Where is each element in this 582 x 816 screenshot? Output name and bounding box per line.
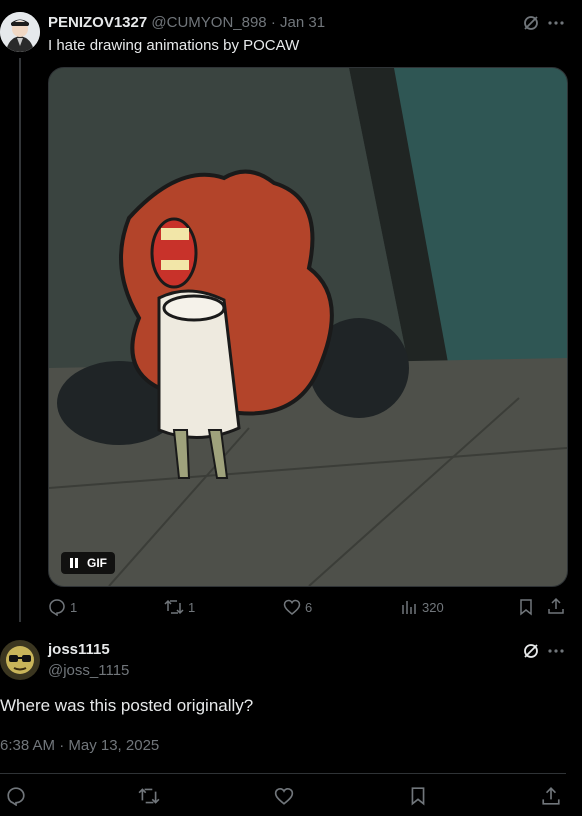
header-separator: · <box>270 14 276 31</box>
reply-button[interactable]: 1 <box>48 598 77 616</box>
reply-text: Where was this posted originally? <box>0 696 254 715</box>
author-name[interactable]: PENIZOV1327 <box>48 14 147 31</box>
post-header: PENIZOV1327 @CUMYON_898 · Jan 31 <box>48 14 325 31</box>
repost-button[interactable]: 1 <box>164 598 195 616</box>
reply-bookmark-icon[interactable] <box>409 786 427 806</box>
gif-label: GIF <box>87 556 107 570</box>
reply-timestamp[interactable]: 6:38 AM · May 13, 2025 <box>0 737 159 754</box>
post-media-gif[interactable]: GIF <box>48 67 568 587</box>
reply-heart-icon[interactable] <box>274 786 294 806</box>
divider <box>0 773 566 774</box>
more-icon[interactable] <box>547 14 565 32</box>
gif-badge[interactable]: GIF <box>61 552 115 574</box>
reply-repost-icon[interactable] <box>138 786 160 806</box>
like-button[interactable]: 6 <box>283 598 312 616</box>
view-count: 320 <box>422 599 444 615</box>
share-icon[interactable] <box>547 597 565 615</box>
reply-author-name[interactable]: joss1115 <box>48 641 110 658</box>
like-count: 6 <box>305 599 313 615</box>
repost-icon <box>164 598 184 616</box>
reply-author-avatar[interactable] <box>0 640 40 680</box>
reply-more-icon[interactable] <box>547 642 565 660</box>
repost-count: 1 <box>188 599 196 615</box>
views-button[interactable]: 320 <box>400 598 444 616</box>
views-icon <box>400 598 418 616</box>
post-text: I hate drawing animations by POCAW <box>48 37 300 54</box>
heart-icon <box>283 598 301 616</box>
thread-line <box>19 58 21 622</box>
author-handle[interactable]: @CUMYON_898 <box>151 14 266 31</box>
author-avatar[interactable] <box>0 12 40 52</box>
pause-icon[interactable] <box>69 558 79 568</box>
grok-icon[interactable] <box>522 14 540 32</box>
reply-reply-icon[interactable] <box>6 786 26 806</box>
reply-count: 1 <box>70 599 78 615</box>
reply-author-handle[interactable]: @joss_1115 <box>48 662 129 679</box>
post-date[interactable]: Jan 31 <box>280 14 325 31</box>
reply-icon <box>48 598 66 616</box>
reply-grok-icon[interactable] <box>522 642 540 660</box>
gif-frame <box>49 68 567 586</box>
bookmark-icon[interactable] <box>518 598 534 616</box>
reply-share-icon[interactable] <box>541 786 561 806</box>
